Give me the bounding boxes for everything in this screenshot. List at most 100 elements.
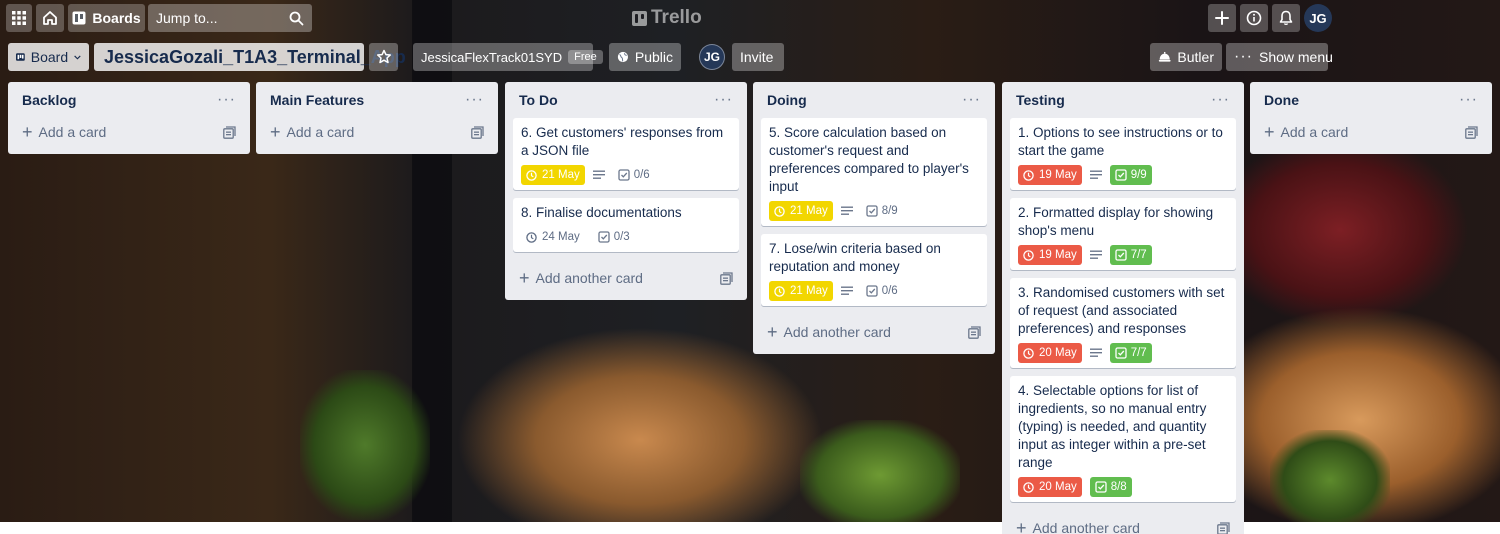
clock-icon [526, 231, 537, 243]
due-date: 24 May [542, 231, 580, 243]
plus-icon: + [270, 122, 281, 142]
add-card-label: Add a card [1280, 124, 1349, 140]
show-menu-button[interactable]: ··· Show menu [1226, 43, 1333, 71]
boards-icon [72, 11, 86, 25]
card[interactable]: 5. Score calculation based on customer's… [761, 118, 987, 226]
template-icon[interactable] [968, 325, 981, 339]
invite-button[interactable]: Invite [732, 43, 784, 71]
card[interactable]: 2. Formatted display for showing shop's … [1010, 198, 1236, 270]
template-icon[interactable] [1465, 125, 1478, 139]
card[interactable]: 4. Selectable options for list of ingred… [1010, 376, 1236, 502]
due-date: 20 May [1039, 347, 1077, 359]
butler-button[interactable]: Butler [1150, 43, 1222, 71]
due-date-badge[interactable]: 20 May [1018, 343, 1082, 363]
board-title[interactable]: JessicaGozali_T1A3_Terminal_App [94, 43, 406, 71]
search-box[interactable] [148, 4, 312, 32]
member-avatar[interactable]: JG [699, 44, 725, 70]
due-date-badge[interactable]: 24 May [521, 227, 585, 247]
add-card-label: Add another card [783, 324, 891, 340]
due-date-badge[interactable]: 21 May [769, 281, 833, 301]
checklist-badge: 8/8 [1089, 477, 1132, 497]
list-title[interactable]: Testing [1016, 92, 1065, 108]
checklist-badge: 8/9 [861, 201, 903, 221]
info-icon [1246, 10, 1262, 26]
list-menu-icon[interactable]: ··· [714, 92, 733, 108]
card[interactable]: 1. Options to see instructions or to sta… [1010, 118, 1236, 190]
bell-icon [1279, 10, 1293, 26]
due-date-badge[interactable]: 19 May [1018, 245, 1082, 265]
plus-icon: + [767, 322, 778, 342]
list-testing[interactable]: Testing ··· 1. Options to see instructio… [1002, 82, 1244, 534]
notifications-button[interactable] [1272, 4, 1300, 32]
board-view-switcher[interactable]: Board [8, 43, 89, 71]
template-icon[interactable] [1217, 521, 1230, 534]
template-icon[interactable] [471, 125, 484, 139]
info-button[interactable] [1240, 4, 1268, 32]
clock-icon [526, 169, 537, 181]
template-icon[interactable] [223, 125, 236, 139]
list-title[interactable]: Backlog [22, 92, 76, 108]
boards-button[interactable]: Boards [68, 4, 145, 32]
add-card-label: Add a card [38, 124, 107, 140]
card[interactable]: 6. Get customers' responses from a JSON … [513, 118, 739, 190]
description-icon [1089, 170, 1102, 179]
add-card-button[interactable]: + Add a card [1264, 123, 1349, 141]
card-title: 1. Options to see instructions or to sta… [1018, 125, 1223, 158]
card[interactable]: 8. Finalise documentations 24 May 0/3 [513, 198, 739, 252]
card[interactable]: 7. Lose/win criteria based on reputation… [761, 234, 987, 306]
show-menu-label: Show menu [1258, 49, 1333, 65]
due-date-badge[interactable]: 20 May [1018, 477, 1082, 497]
list-title[interactable]: Main Features [270, 92, 364, 108]
add-card-label: Add another card [535, 270, 643, 286]
list-menu-icon[interactable]: ··· [217, 92, 236, 108]
add-card-label: Add a card [286, 124, 355, 140]
trello-logo[interactable]: Trello [632, 6, 702, 30]
board-view-icon [16, 53, 25, 61]
board-header: Board JessicaGozali_T1A3_Terminal_App Je… [0, 40, 1500, 76]
checklist-badge: 9/9 [1109, 165, 1152, 185]
add-card-button[interactable]: + Add a card [22, 123, 107, 141]
list-menu-icon[interactable]: ··· [465, 92, 484, 108]
list-title[interactable]: To Do [519, 92, 558, 108]
add-card-button[interactable]: + Add another card [1016, 519, 1140, 534]
butler-label: Butler [1177, 49, 1214, 65]
checklist-badge: 0/6 [613, 165, 655, 185]
star-board-button[interactable] [369, 43, 398, 71]
due-date-badge[interactable]: 21 May [521, 165, 585, 185]
list-title[interactable]: Doing [767, 92, 807, 108]
add-card-label: Add another card [1032, 520, 1140, 534]
board-background [0, 0, 1500, 522]
visibility-button[interactable]: Public [609, 43, 681, 71]
apps-grid-button[interactable] [6, 4, 32, 32]
list-backlog[interactable]: Backlog ··· + Add a card [8, 82, 250, 154]
checklist-count: 9/9 [1130, 169, 1147, 181]
template-icon[interactable] [720, 271, 733, 285]
list-main-features[interactable]: Main Features ··· + Add a card [256, 82, 498, 154]
checklist-count: 7/7 [1130, 249, 1147, 261]
list-menu-icon[interactable]: ··· [1459, 92, 1478, 108]
add-card-button[interactable]: + Add another card [767, 322, 891, 342]
description-icon [1089, 348, 1102, 357]
due-date-badge[interactable]: 19 May [1018, 165, 1082, 185]
due-date: 20 May [1039, 481, 1077, 493]
user-avatar[interactable]: JG [1304, 4, 1332, 32]
add-card-button[interactable]: + Add a card [270, 122, 355, 142]
home-button[interactable] [36, 4, 64, 32]
search-input[interactable] [156, 10, 289, 26]
list-done[interactable]: Done ··· + Add a card [1250, 82, 1492, 154]
card[interactable]: 3. Randomised customers with set of requ… [1010, 278, 1236, 368]
visibility-label: Public [634, 49, 673, 65]
workspace-button[interactable]: JessicaFlexTrack01SYD Free [413, 43, 603, 71]
list-to-do[interactable]: To Do ··· 6. Get customers' responses fr… [505, 82, 747, 300]
checklist-icon [866, 285, 878, 297]
globe-icon [617, 51, 629, 63]
create-button[interactable] [1208, 4, 1236, 32]
due-date: 21 May [790, 285, 828, 297]
list-doing[interactable]: Doing ··· 5. Score calculation based on … [753, 82, 995, 354]
add-card-button[interactable]: + Add another card [519, 269, 643, 287]
due-date-badge[interactable]: 21 May [769, 201, 833, 221]
list-menu-icon[interactable]: ··· [1211, 92, 1230, 108]
card-title: 7. Lose/win criteria based on reputation… [769, 241, 941, 274]
list-title[interactable]: Done [1264, 92, 1299, 108]
list-menu-icon[interactable]: ··· [962, 92, 981, 108]
